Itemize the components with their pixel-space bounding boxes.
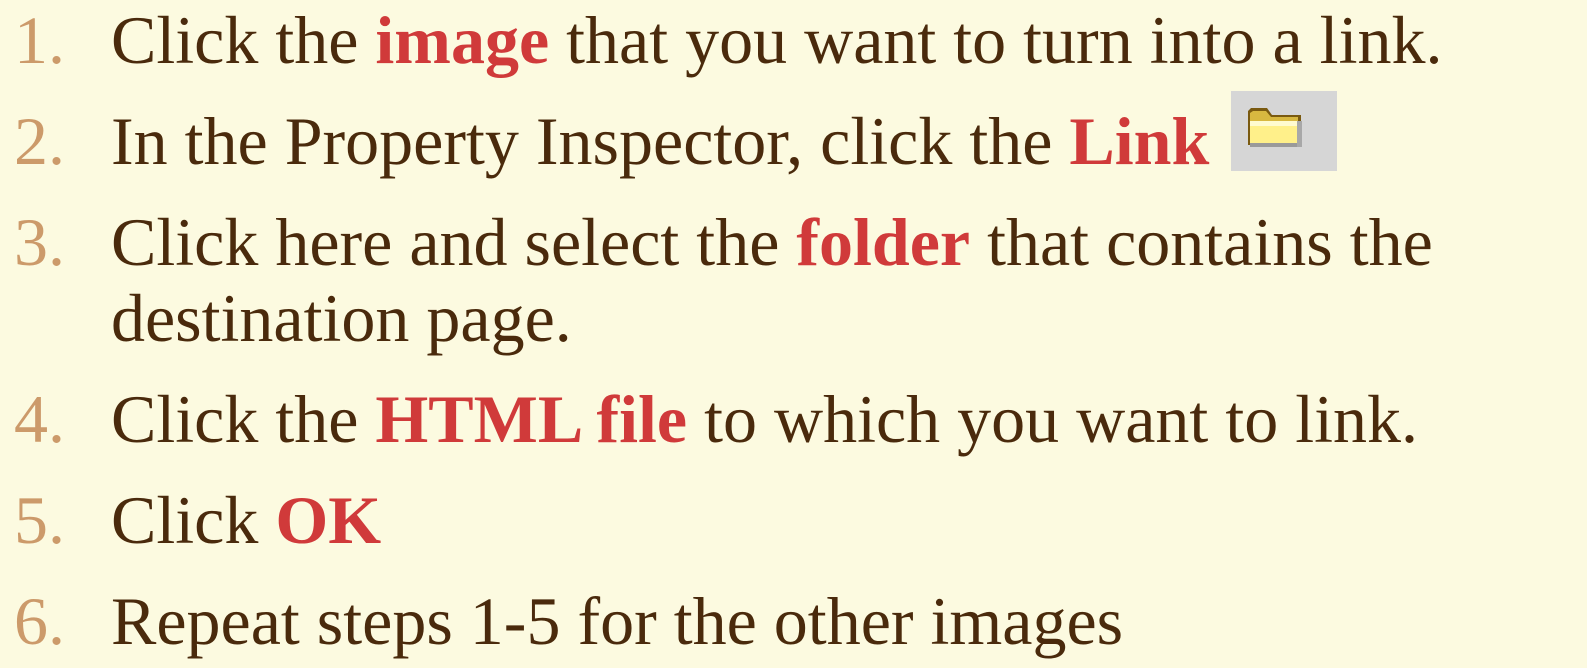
- step-text-after: to which you want to link.: [687, 381, 1418, 457]
- step-highlight: HTML file: [375, 381, 688, 457]
- step-highlight: folder: [796, 204, 971, 280]
- step-text-before: Click here and select the: [111, 204, 797, 280]
- step-number: 6.: [14, 583, 65, 659]
- step-number: 5.: [14, 482, 65, 558]
- step-text: In the Property Inspector, click the Lin…: [111, 91, 1338, 179]
- step-highlight: OK: [275, 482, 382, 558]
- step-number: 3.: [14, 204, 65, 280]
- step-number: 4.: [14, 381, 65, 457]
- browse-folder-button[interactable]: [1231, 91, 1338, 171]
- step-number: 2.: [14, 103, 65, 179]
- step-highlight: Link: [1069, 103, 1210, 179]
- step-text-before: Click: [111, 482, 276, 558]
- folder-icon: [1248, 108, 1303, 147]
- step-text-after: that you want to turn into a link.: [549, 2, 1443, 78]
- step-text-before: Repeat steps 1-5 for the other images: [111, 583, 1124, 659]
- step-text-before: Click the: [111, 381, 376, 457]
- step-text: Click the image that you want to turn in…: [111, 2, 1442, 78]
- step-text: Click here and select the folder that co…: [111, 204, 1433, 280]
- step-number: 1.: [14, 2, 65, 78]
- step-text: Repeat steps 1-5 for the other images: [111, 583, 1123, 659]
- step-text-after: that contains the: [970, 204, 1433, 280]
- step-text-before: In the Property Inspector, click the: [111, 103, 1070, 179]
- instruction-list: 1. Click the image that you want to turn…: [0, 0, 1587, 668]
- step-text-before: Click the: [111, 2, 376, 78]
- step-text: Click the HTML file to which you want to…: [111, 381, 1418, 457]
- step-continuation: destination page.: [111, 280, 572, 356]
- step-text: Click OK: [111, 482, 381, 558]
- step-highlight: image: [375, 2, 550, 78]
